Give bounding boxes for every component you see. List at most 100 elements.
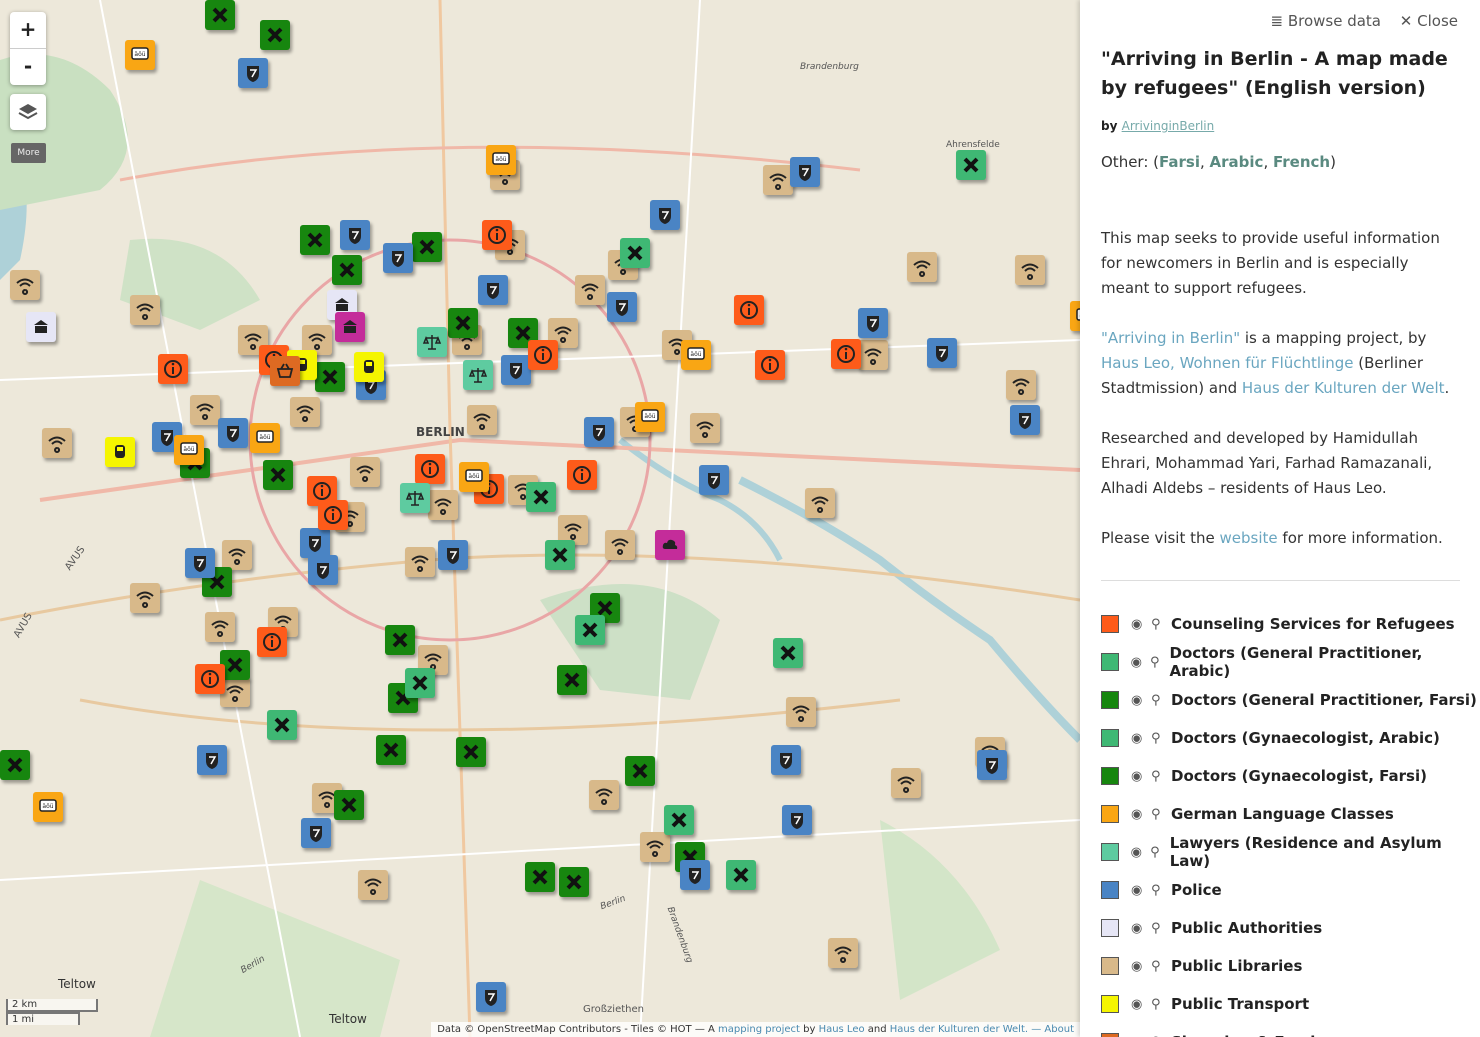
map-marker-counseling[interactable]: [318, 500, 348, 530]
map-marker-special[interactable]: [655, 530, 685, 560]
map-marker-libraries[interactable]: [575, 275, 605, 305]
visibility-eye-icon[interactable]: ◉: [1131, 769, 1151, 784]
zoom-to-layer-icon[interactable]: ⚲: [1151, 997, 1171, 1012]
visibility-eye-icon[interactable]: ◉: [1131, 731, 1151, 746]
visibility-eye-icon[interactable]: ◉: [1131, 921, 1151, 936]
map-marker-police[interactable]: [771, 745, 801, 775]
map-marker-counseling[interactable]: [734, 295, 764, 325]
haus-leo-link[interactable]: Haus Leo, Wohnen für Flüchtlinge: [1101, 354, 1354, 372]
map-marker-libraries[interactable]: [222, 540, 252, 570]
map-marker-doc_gp_arabic[interactable]: [267, 710, 297, 740]
map-marker-counseling[interactable]: [831, 339, 861, 369]
map-marker-german[interactable]: äöü: [681, 340, 711, 370]
visibility-eye-icon[interactable]: ◉: [1131, 959, 1151, 974]
zoom-in-button[interactable]: +: [10, 12, 46, 48]
map-marker-libraries[interactable]: [763, 165, 793, 195]
browse-data-button[interactable]: ≣ Browse data: [1270, 12, 1381, 30]
zoom-to-layer-icon[interactable]: ⚲: [1151, 731, 1171, 746]
map-marker-transport[interactable]: [105, 437, 135, 467]
layers-button[interactable]: [10, 94, 46, 130]
legend-row[interactable]: ◉ ⚲ Police: [1101, 871, 1480, 909]
map-marker-police[interactable]: [185, 548, 215, 578]
project-link[interactable]: "Arriving in Berlin": [1101, 329, 1240, 347]
map-marker-police[interactable]: [383, 243, 413, 273]
map-marker-doc_gp_farsi[interactable]: [332, 255, 362, 285]
visibility-eye-icon[interactable]: ◉: [1131, 845, 1151, 860]
map-marker-doc_gp_farsi[interactable]: [625, 756, 655, 786]
map-marker-libraries[interactable]: [428, 490, 458, 520]
map-marker-libraries[interactable]: [786, 697, 816, 727]
map-marker-doc_gp_arabic[interactable]: [575, 615, 605, 645]
map-marker-libraries[interactable]: [290, 397, 320, 427]
map-marker-police[interactable]: [650, 200, 680, 230]
legend-row[interactable]: ◉ ⚲ Public Transport: [1101, 985, 1480, 1023]
map-marker-police[interactable]: [340, 220, 370, 250]
map-marker-lawyers[interactable]: [463, 360, 493, 390]
map-marker-counseling[interactable]: [528, 340, 558, 370]
map-marker-police[interactable]: [977, 750, 1007, 780]
author-link[interactable]: ArrivinginBerlin: [1122, 119, 1215, 133]
map-marker-doc_gp_arabic[interactable]: [405, 668, 435, 698]
map-marker-doc_gp_farsi[interactable]: [412, 232, 442, 262]
map-marker-german[interactable]: äöü: [125, 40, 155, 70]
map-marker-police[interactable]: [699, 465, 729, 495]
visibility-eye-icon[interactable]: ◉: [1131, 617, 1151, 632]
legend-row[interactable]: ◉ ⚲ Doctors (General Practitioner, Arabic): [1101, 643, 1480, 681]
map-marker-doc_gp_farsi[interactable]: [557, 665, 587, 695]
map-marker-police[interactable]: [680, 860, 710, 890]
map-marker-libraries[interactable]: [130, 295, 160, 325]
legend-row[interactable]: ◉ ⚲ German Language Classes: [1101, 795, 1480, 833]
lang-farsi-link[interactable]: Farsi: [1159, 153, 1200, 171]
map-marker-doc_gp_farsi[interactable]: [260, 20, 290, 50]
legend-row[interactable]: ◉ ⚲ Public Authorities: [1101, 909, 1480, 947]
map-marker-authorities[interactable]: [26, 312, 56, 342]
map-marker-doc_gp_farsi[interactable]: [334, 790, 364, 820]
map-marker-doc_gp_farsi[interactable]: [263, 460, 293, 490]
map-marker-police[interactable]: [300, 528, 330, 558]
map-marker-german[interactable]: äöü: [1070, 301, 1080, 331]
map-marker-doc_gp_arabic[interactable]: [956, 150, 986, 180]
map-marker-doc_gp_farsi[interactable]: [376, 735, 406, 765]
map-marker-doc_gp_arabic[interactable]: [773, 638, 803, 668]
map-marker-german[interactable]: äöü: [174, 435, 204, 465]
zoom-to-layer-icon[interactable]: ⚲: [1151, 769, 1171, 784]
map-marker-police[interactable]: [218, 418, 248, 448]
map-marker-libraries[interactable]: [640, 832, 670, 862]
map-marker-german[interactable]: äöü: [635, 402, 665, 432]
map-marker-police[interactable]: [197, 745, 227, 775]
map-marker-libraries[interactable]: [205, 612, 235, 642]
map-marker-german[interactable]: äöü: [486, 145, 516, 175]
visibility-eye-icon[interactable]: ◉: [1131, 693, 1151, 708]
map-marker-doc_gp_arabic[interactable]: [526, 482, 556, 512]
legend-row[interactable]: ◉ ⚲ Counseling Services for Refugees: [1101, 605, 1480, 643]
map-marker-libraries[interactable]: [805, 488, 835, 518]
map-marker-libraries[interactable]: [130, 583, 160, 613]
map-marker-lawyers[interactable]: [417, 327, 447, 357]
map-marker-libraries[interactable]: [467, 405, 497, 435]
map-marker-counseling[interactable]: [195, 664, 225, 694]
map-marker-police[interactable]: [308, 555, 338, 585]
map-marker-counseling[interactable]: [158, 354, 188, 384]
map-marker-police[interactable]: [607, 292, 637, 322]
close-button[interactable]: ✕ Close: [1400, 12, 1458, 30]
legend-row[interactable]: ◉ ⚲ Doctors (Gynaecologist, Arabic): [1101, 719, 1480, 757]
zoom-to-layer-icon[interactable]: ⚲: [1150, 655, 1169, 670]
map-marker-libraries[interactable]: [10, 270, 40, 300]
visibility-eye-icon[interactable]: ◉: [1131, 655, 1150, 670]
map-marker-counseling[interactable]: [567, 460, 597, 490]
map-marker-doc_gp_arabic[interactable]: [545, 540, 575, 570]
map-marker-counseling[interactable]: [415, 454, 445, 484]
zoom-to-layer-icon[interactable]: ⚲: [1151, 883, 1171, 898]
map-marker-libraries[interactable]: [690, 413, 720, 443]
visibility-eye-icon[interactable]: ◉: [1131, 883, 1151, 898]
zoom-to-layer-icon[interactable]: ⚲: [1151, 807, 1171, 822]
hkw-link[interactable]: Haus der Kulturen der Welt: [1242, 379, 1445, 397]
lang-french-link[interactable]: French: [1273, 153, 1330, 171]
map-marker-police[interactable]: [858, 308, 888, 338]
map-marker-police[interactable]: [238, 58, 268, 88]
map-marker-shopping[interactable]: [270, 356, 300, 386]
attribution-project-link[interactable]: mapping project: [718, 1024, 800, 1035]
map-marker-german[interactable]: äöü: [33, 792, 63, 822]
map-marker-doc_gp_arabic[interactable]: [620, 238, 650, 268]
map-marker-libraries[interactable]: [405, 547, 435, 577]
